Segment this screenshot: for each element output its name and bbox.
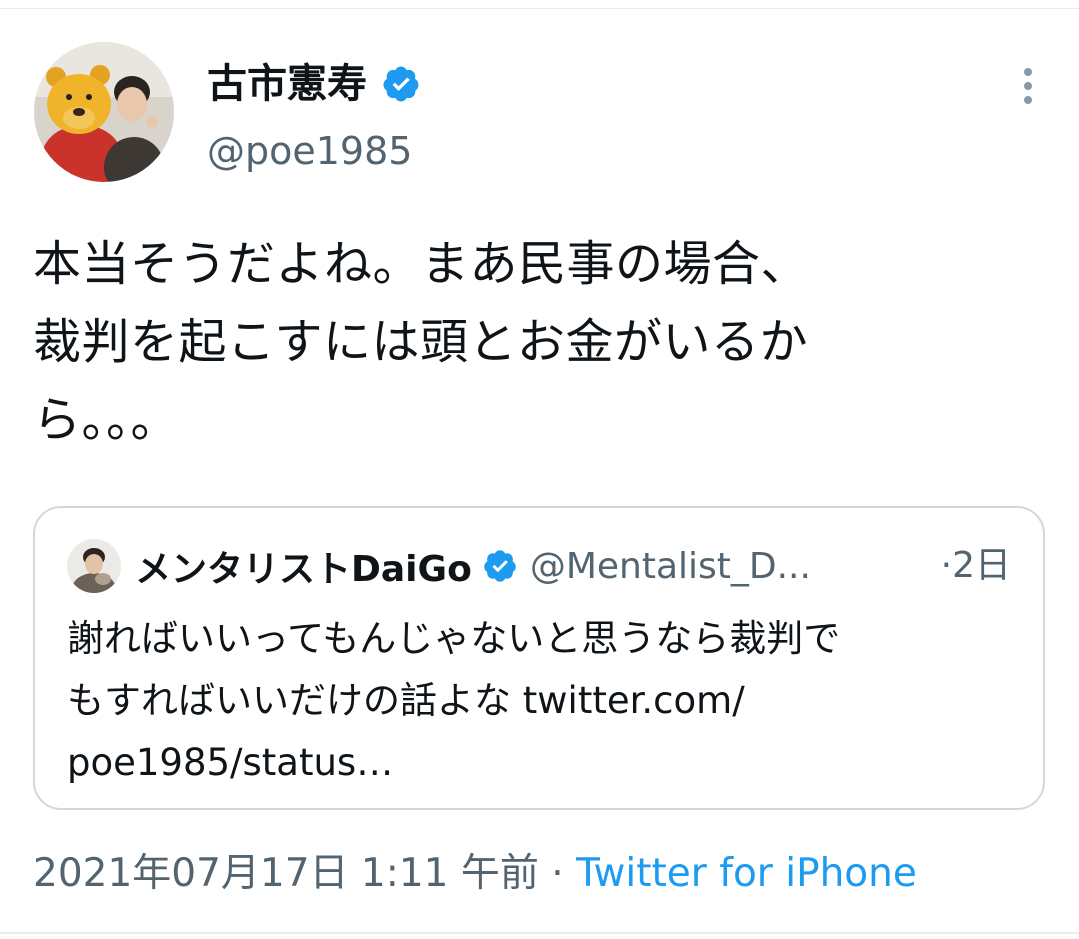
author-name-row[interactable]: 古市憲寿 <box>207 58 421 110</box>
bottom-divider <box>0 932 1079 934</box>
top-divider <box>0 8 1079 9</box>
verified-badge-icon <box>383 66 419 102</box>
author-handle[interactable]: @poe1985 <box>207 126 412 176</box>
tweet-source-link[interactable]: Twitter for iPhone <box>576 851 917 896</box>
quoted-tweet-card[interactable]: メンタリストDaiGo @Mentalist_D... ·2日 謝ればいいっても… <box>33 506 1045 810</box>
tweet-meta: 2021年07月17日 1:11 午前 · Twitter for iPhone <box>33 846 917 902</box>
time-separator: · <box>940 545 953 586</box>
quoted-author-avatar <box>67 539 121 593</box>
meta-separator: · <box>551 851 564 896</box>
quoted-tweet-time: ·2日 <box>941 538 1011 594</box>
tweet-timestamp[interactable]: 2021年07月17日 1:11 午前 <box>33 851 539 896</box>
tweet-text: 本当そうだよね。まあ民事の場合、 裁判を起こすには頭とお金がいるか ら。。。 <box>33 236 810 448</box>
author-avatar[interactable] <box>34 42 174 182</box>
more-vertical-icon <box>1024 68 1032 104</box>
quoted-author-handle: @Mentalist_D... <box>529 545 811 587</box>
quoted-tweet-text: 謝ればいいってもんじゃないと思うなら裁判で もすればいいだけの話よな twitt… <box>67 608 1017 794</box>
quoted-tweet-header: メンタリストDaiGo @Mentalist_D... <box>67 538 811 594</box>
more-menu-button[interactable] <box>1008 64 1048 108</box>
quoted-time-value: 2日 <box>952 545 1011 586</box>
author-name[interactable]: 古市憲寿 <box>207 58 367 110</box>
quoted-author-name: メンタリストDaiGo <box>135 549 472 590</box>
verified-badge-icon <box>484 550 516 582</box>
